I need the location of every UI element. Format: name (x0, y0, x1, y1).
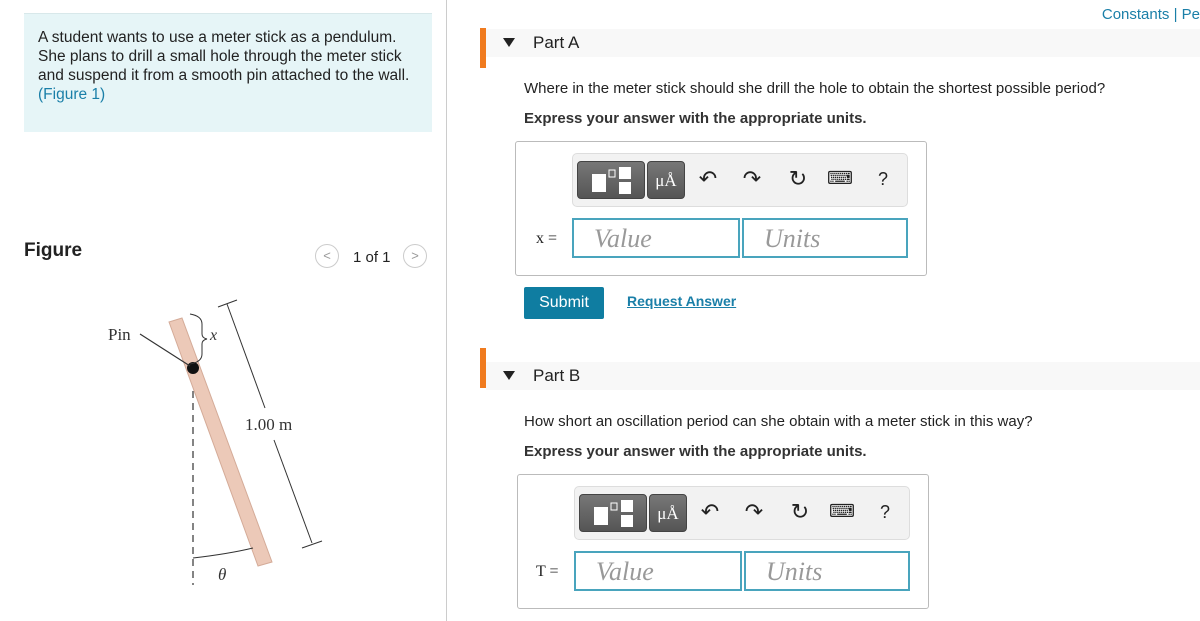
part-a-instruction: Express your answer with the appropriate… (524, 110, 867, 127)
variable-label: x = (536, 230, 558, 247)
units-input[interactable]: Units (742, 218, 908, 258)
value-input[interactable]: Value (572, 218, 740, 258)
part-a-label: Part A (533, 33, 580, 52)
request-answer-link[interactable]: Request Answer (627, 293, 736, 309)
x-label: x (209, 327, 217, 344)
redo-icon[interactable]: ↷ (737, 166, 767, 192)
part-b-answer-box: μÅ ↶ ↷ ↻ ⌨ ? T = Value Units (517, 474, 929, 609)
collapse-triangle-icon[interactable] (503, 38, 515, 47)
pin-label: Pin (108, 325, 131, 344)
undo-icon[interactable]: ↶ (693, 166, 723, 192)
help-icon[interactable]: ? (870, 502, 900, 523)
templates-button[interactable] (579, 494, 647, 532)
part-b-label: Part B (533, 366, 581, 385)
next-figure-button[interactable]: > (403, 244, 427, 268)
submit-button[interactable]: Submit (524, 287, 604, 319)
reset-icon[interactable]: ↻ (785, 499, 815, 525)
keyboard-icon[interactable]: ⌨ (827, 501, 857, 522)
part-b-header[interactable]: Part B (486, 362, 1200, 390)
angle-arc (192, 547, 254, 559)
variable-label: T = (536, 563, 559, 580)
collapse-triangle-icon[interactable] (503, 371, 515, 380)
part-b-question: How short an oscillation period can she … (524, 413, 1033, 430)
math-toolbar: μÅ ↶ ↷ ↻ ⌨ ? (572, 153, 908, 207)
keyboard-icon[interactable]: ⌨ (825, 168, 855, 189)
units-button[interactable]: μÅ (647, 161, 685, 199)
panel-divider[interactable] (446, 0, 447, 621)
pendulum-figure: Pin x 1.00 m θ (108, 299, 323, 585)
meter-stick (168, 317, 273, 567)
length-label: 1.00 m (245, 415, 292, 434)
part-a-header[interactable]: Part A (486, 29, 1200, 57)
help-icon[interactable]: ? (868, 169, 898, 190)
part-b-instruction: Express your answer with the appropriate… (524, 443, 867, 460)
problem-text: A student wants to use a meter stick as … (38, 29, 410, 84)
theta-label: θ (218, 565, 226, 584)
math-toolbar: μÅ ↶ ↷ ↻ ⌨ ? (574, 486, 910, 540)
units-input[interactable]: Units (744, 551, 910, 591)
undo-icon[interactable]: ↶ (695, 499, 725, 525)
units-button[interactable]: μÅ (649, 494, 687, 532)
prev-figure-button[interactable]: < (315, 244, 339, 268)
templates-button[interactable] (577, 161, 645, 199)
reset-icon[interactable]: ↻ (783, 166, 813, 192)
part-a-question: Where in the meter stick should she dril… (524, 80, 1106, 97)
figure-title: Figure (24, 240, 83, 261)
length-arrow (226, 303, 266, 409)
part-a-answer-box: μÅ ↶ ↷ ↻ ⌨ ? x = Value Units (515, 141, 927, 276)
problem-statement: A student wants to use a meter stick as … (24, 13, 432, 132)
figure-link[interactable]: (Figure 1) (38, 86, 105, 103)
constants-link[interactable]: Constants | Pe (1102, 6, 1200, 23)
figure-pagination: 1 of 1 (353, 249, 391, 266)
redo-icon[interactable]: ↷ (739, 499, 769, 525)
value-input[interactable]: Value (574, 551, 742, 591)
